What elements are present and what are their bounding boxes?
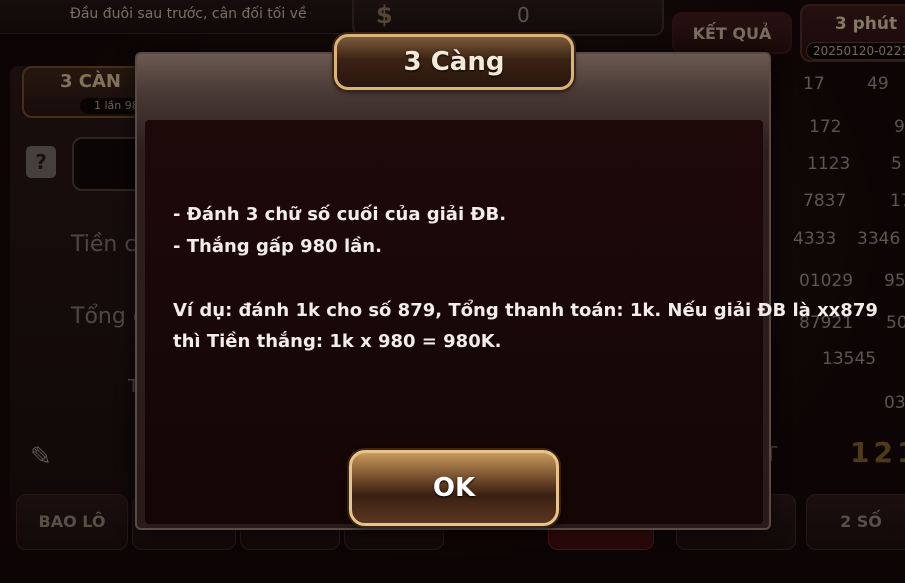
dialog-title-plate: 3 Càng (334, 34, 574, 90)
example-line: Ví dụ: đánh 1k cho số 879, Tổng thanh to… (173, 300, 878, 321)
ok-button[interactable]: OK (349, 450, 559, 526)
rule-line: - Đánh 3 chữ số cuối của giải ĐB. (173, 204, 507, 225)
ok-button-label: OK (432, 473, 476, 503)
dialog-title: 3 Càng (403, 47, 505, 77)
rules-dialog: 3 Càng - Đánh 3 chữ số cuối của giải ĐB.… (135, 34, 878, 530)
rule-line: - Thắng gấp 980 lần. (173, 236, 382, 257)
example-line: thì Tiền thắng: 1k x 980 = 980K. (173, 331, 502, 352)
